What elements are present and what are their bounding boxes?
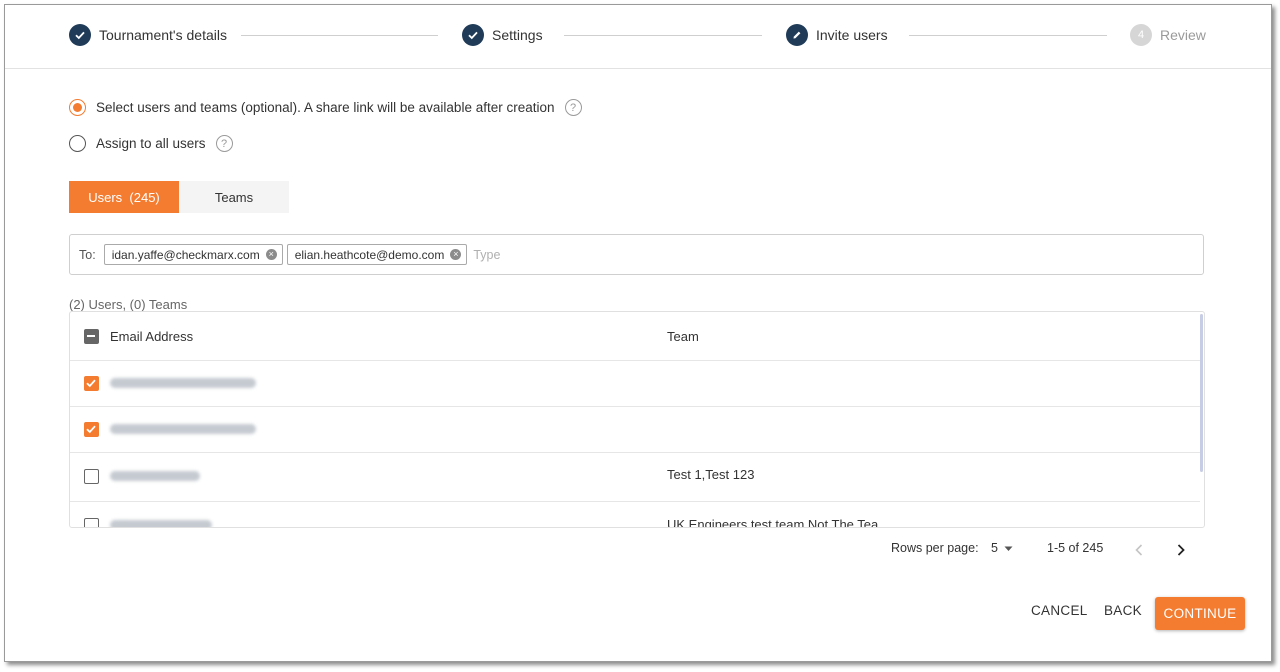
table-row[interactable]: Test 1,Test 123 bbox=[70, 453, 1200, 502]
rows-per-page-value: 5 bbox=[991, 541, 998, 555]
row-checkbox[interactable] bbox=[84, 376, 99, 391]
remove-chip-icon[interactable]: × bbox=[265, 249, 277, 260]
continue-button[interactable]: CONTINUE bbox=[1155, 597, 1245, 630]
chevron-left-icon[interactable] bbox=[1135, 544, 1143, 556]
table-scrollbar[interactable] bbox=[1200, 314, 1203, 472]
wizard-stepper: Tournament's details Settings Invite use… bbox=[5, 5, 1271, 69]
step-label: Tournament's details bbox=[99, 27, 227, 43]
check-icon bbox=[86, 425, 96, 434]
email-cell-redacted bbox=[110, 376, 256, 391]
chip-label: idan.yaffe@checkmarx.com bbox=[111, 247, 260, 262]
option-assign-all[interactable]: Assign to all users ? bbox=[69, 135, 233, 152]
email-cell-redacted bbox=[110, 422, 256, 437]
radio-assign-all[interactable] bbox=[69, 135, 86, 152]
step-review[interactable]: 4 Review bbox=[1130, 23, 1206, 47]
pencil-icon bbox=[786, 24, 808, 46]
help-icon[interactable]: ? bbox=[564, 99, 582, 116]
caret-down-icon bbox=[1004, 541, 1013, 555]
step-invite-users[interactable]: Invite users bbox=[786, 23, 888, 47]
column-header-email: Email Address bbox=[110, 329, 194, 344]
step-connector bbox=[241, 35, 438, 36]
step-label: Settings bbox=[492, 27, 543, 43]
rows-per-page-select[interactable]: 5 bbox=[991, 541, 1013, 555]
recipient-input[interactable] bbox=[473, 247, 674, 262]
pagination-range: 1-5 of 245 bbox=[1047, 541, 1104, 555]
option-select-users[interactable]: Select users and teams (optional). A sha… bbox=[69, 99, 582, 116]
users-table: Email Address Team Test 1,Test 123 UK En… bbox=[69, 311, 1205, 528]
select-all-checkbox[interactable] bbox=[84, 329, 99, 344]
tab-teams[interactable]: Teams bbox=[179, 181, 289, 213]
step-number-badge: 4 bbox=[1130, 24, 1152, 46]
step-label: Invite users bbox=[816, 27, 888, 43]
team-cell: UK Engineers test team Not The Tea bbox=[667, 517, 879, 528]
option-all-label: Assign to all users bbox=[96, 136, 206, 151]
table-row[interactable] bbox=[70, 407, 1200, 453]
row-checkbox[interactable] bbox=[84, 422, 99, 437]
recipient-chip: elian.heathcote@demo.com × bbox=[286, 244, 468, 265]
remove-chip-icon[interactable]: × bbox=[450, 249, 462, 260]
check-icon bbox=[462, 24, 484, 46]
chevron-right-icon[interactable] bbox=[1177, 544, 1185, 556]
email-cell-redacted bbox=[110, 518, 212, 527]
recipients-field[interactable]: To: idan.yaffe@checkmarx.com × elian.hea… bbox=[69, 234, 1204, 275]
table-row[interactable]: UK Engineers test team Not The Tea bbox=[70, 502, 1200, 528]
check-icon bbox=[69, 24, 91, 46]
step-connector bbox=[564, 35, 762, 36]
step-settings[interactable]: Settings bbox=[462, 23, 543, 47]
back-button[interactable]: BACK bbox=[1104, 603, 1142, 618]
row-checkbox[interactable] bbox=[84, 518, 99, 527]
table-header: Email Address Team bbox=[70, 312, 1200, 361]
email-cell-redacted bbox=[110, 469, 200, 484]
selection-summary: (2) Users, (0) Teams bbox=[69, 297, 188, 312]
to-label: To: bbox=[79, 247, 96, 262]
tab-users[interactable]: Users (245) bbox=[69, 181, 179, 213]
cancel-button[interactable]: CANCEL bbox=[1031, 603, 1088, 618]
step-tournament-details[interactable]: Tournament's details bbox=[69, 23, 227, 47]
users-teams-tabs: Users (245) Teams bbox=[69, 181, 289, 213]
step-connector bbox=[909, 35, 1107, 36]
check-icon bbox=[86, 379, 96, 388]
team-cell: Test 1,Test 123 bbox=[667, 467, 755, 482]
invite-users-dialog: Tournament's details Settings Invite use… bbox=[4, 4, 1272, 662]
radio-select-users[interactable] bbox=[69, 99, 86, 116]
step-label: Review bbox=[1160, 27, 1206, 43]
chip-label: elian.heathcote@demo.com bbox=[294, 247, 445, 262]
option-select-label: Select users and teams (optional). A sha… bbox=[96, 100, 555, 115]
column-header-team: Team bbox=[667, 329, 699, 344]
help-icon[interactable]: ? bbox=[215, 135, 233, 152]
row-checkbox[interactable] bbox=[84, 469, 99, 484]
table-row[interactable] bbox=[70, 361, 1200, 407]
recipient-chip: idan.yaffe@checkmarx.com × bbox=[103, 244, 283, 265]
rows-per-page-label: Rows per page: bbox=[891, 541, 979, 555]
